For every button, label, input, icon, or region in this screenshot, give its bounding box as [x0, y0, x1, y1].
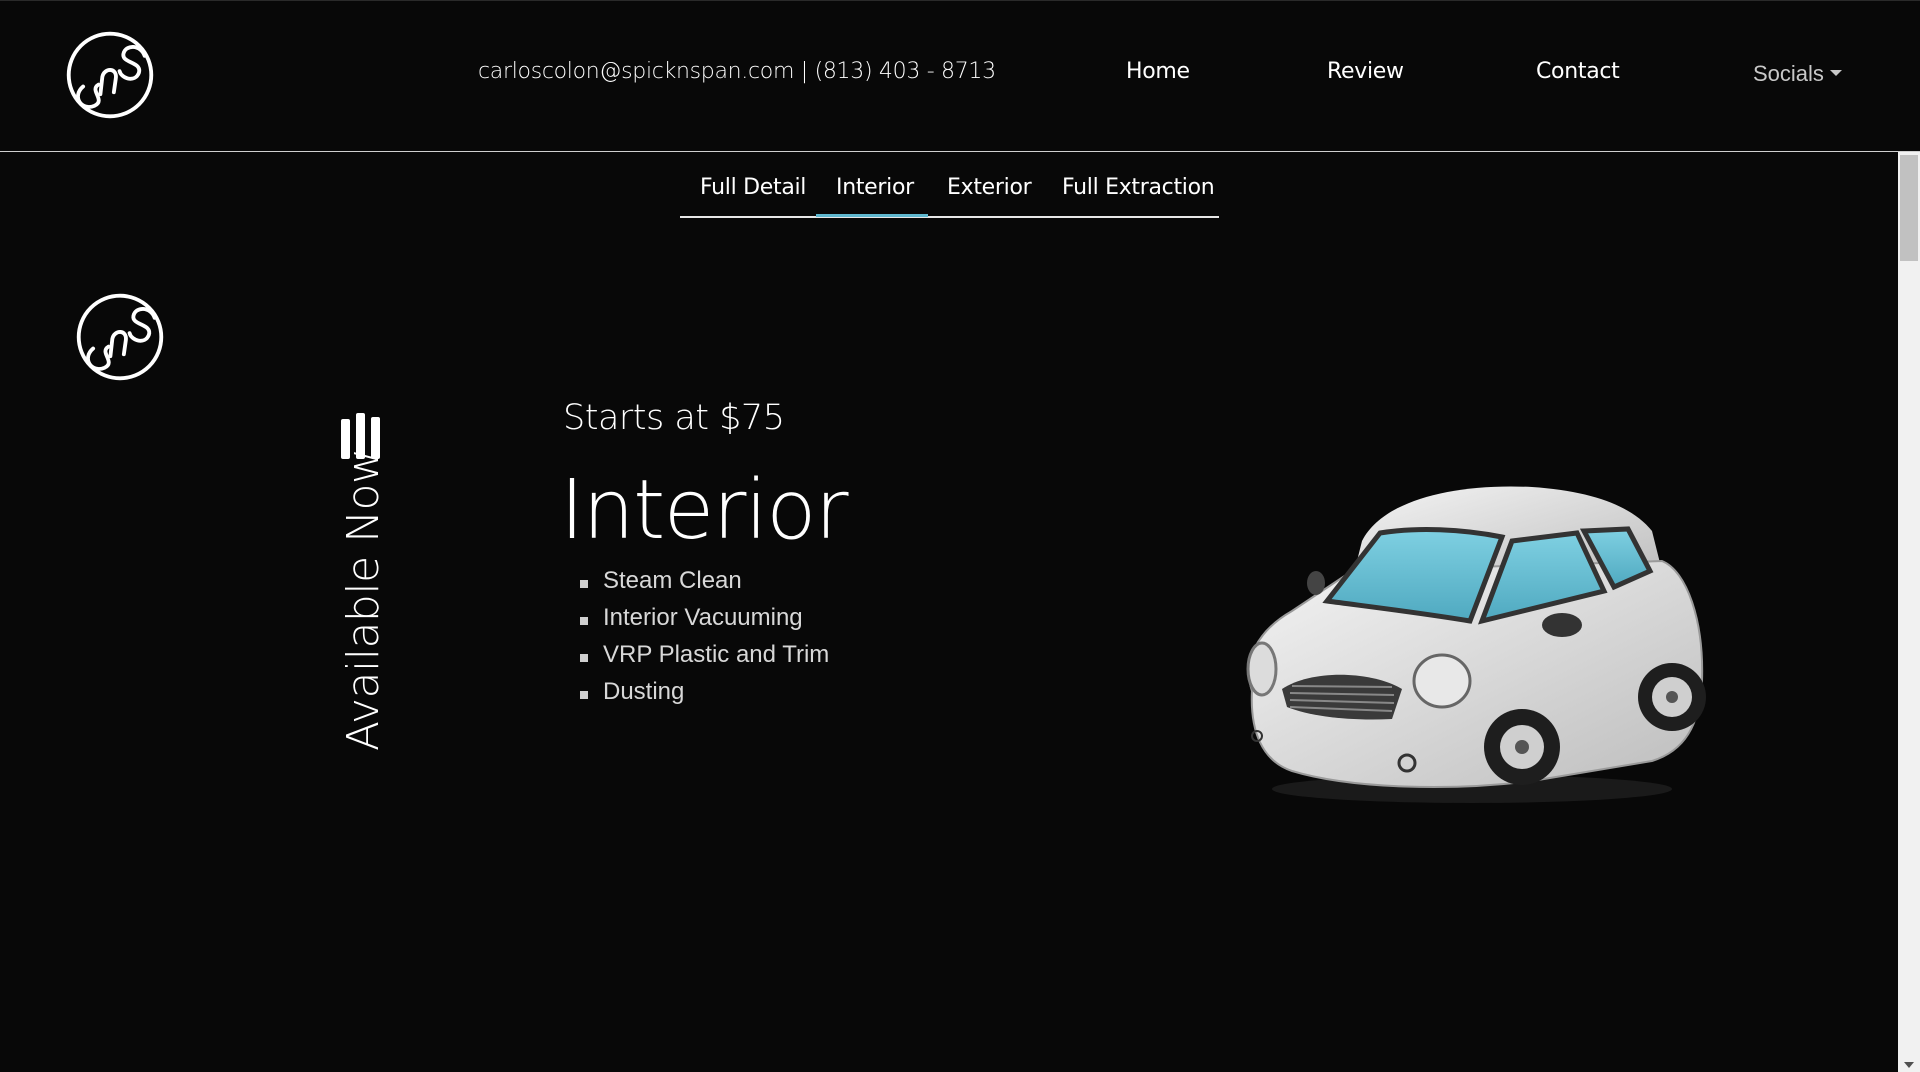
sns-logo-icon[interactable]	[62, 27, 158, 123]
contact-info: carloscolon@spicknspan.com | (813) 403 -…	[478, 59, 996, 84]
scrollbar-thumb[interactable]	[1900, 155, 1918, 261]
socials-label: Socials	[1753, 61, 1824, 86]
list-item: VRP Plastic and Trim	[580, 641, 829, 678]
feature-list: Steam Clean Interior Vacuuming VRP Plast…	[580, 567, 829, 715]
bullet-icon	[580, 691, 588, 699]
page: carloscolon@spicknspan.com | (813) 403 -…	[0, 0, 1920, 1072]
caret-down-icon	[1829, 70, 1842, 76]
nav-review-link[interactable]: Review	[1327, 59, 1404, 84]
list-item: Dusting	[580, 678, 829, 715]
bullet-icon	[580, 617, 588, 625]
service-title: Interior	[560, 463, 849, 558]
tab-full-extraction[interactable]: Full Extraction	[1062, 175, 1215, 200]
scroll-down-arrow-icon[interactable]	[1904, 1062, 1914, 1068]
list-item: Steam Clean	[580, 567, 829, 604]
nav-contact-link[interactable]: Contact	[1536, 59, 1620, 84]
availability-badge: Available Now	[338, 411, 398, 751]
tab-interior[interactable]: Interior	[836, 175, 914, 200]
tab-exterior[interactable]: Exterior	[947, 175, 1032, 200]
sns-logo-icon	[76, 293, 164, 381]
bullet-icon	[580, 580, 588, 588]
bullet-icon	[580, 654, 588, 662]
vertical-scrollbar[interactable]	[1898, 152, 1920, 1072]
socials-dropdown[interactable]: Socials	[1753, 61, 1842, 87]
service-price: Starts at $75	[563, 398, 785, 438]
nav-home-link[interactable]: Home	[1126, 59, 1190, 84]
list-item: Interior Vacuuming	[580, 604, 829, 641]
top-navbar: carloscolon@spicknspan.com | (813) 403 -…	[0, 1, 1920, 152]
tab-full-detail[interactable]: Full Detail	[700, 175, 806, 200]
car-image	[1246, 486, 1706, 803]
active-tab-indicator	[816, 214, 928, 217]
service-tabs: Full Detail Interior Exterior Full Extra…	[680, 169, 1219, 218]
availability-text: Available Now	[338, 448, 389, 751]
